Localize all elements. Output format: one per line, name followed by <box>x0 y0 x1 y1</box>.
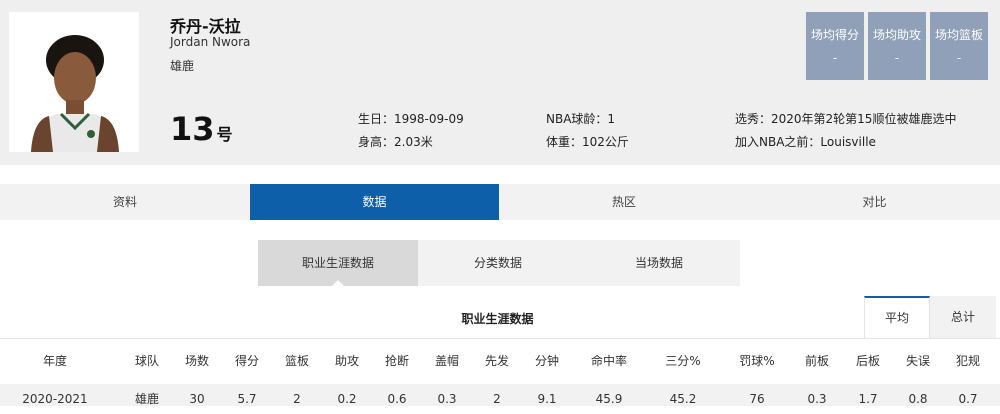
cell-def-reb: 1.7 <box>858 392 878 406</box>
subtab-game[interactable]: 当场数据 <box>578 240 740 286</box>
cell-minutes: 9.1 <box>537 392 557 406</box>
cell-ft-pct: 76 <box>749 392 765 406</box>
cell-turnovers: 0.8 <box>908 392 928 406</box>
mode-total-tab[interactable]: 总计 <box>930 296 996 338</box>
player-number: 13 号 <box>170 110 233 148</box>
stat-box-rebounds: 场均篮板 - <box>930 12 988 80</box>
cell-points: 5.7 <box>237 392 257 406</box>
tab-hotzone[interactable]: 热区 <box>499 184 749 220</box>
cell-starts: 2 <box>493 392 501 406</box>
col-header-season: 年度 <box>42 354 67 368</box>
tab-compare[interactable]: 对比 <box>749 184 1000 220</box>
col-header-team: 球队 <box>134 354 159 368</box>
stat-box-value: - <box>832 51 838 65</box>
tab-profile[interactable]: 资料 <box>0 184 250 220</box>
weight: 体重：102公斤 <box>546 135 629 149</box>
table-header-row: 年度 球队 场数 得分 篮板 助攻 抢断 盖帽 先发 分钟 命中率 三分% 罚球… <box>0 346 1000 376</box>
jersey-number-suffix: 号 <box>216 125 233 144</box>
cell-off-reb: 0.3 <box>807 392 827 406</box>
subtab-career[interactable]: 职业生涯数据 <box>258 240 418 286</box>
col-header-3p-pct: 三分% <box>665 354 701 368</box>
col-header-starts: 先发 <box>484 354 509 368</box>
stat-box-label: 场均篮板 <box>934 28 983 42</box>
player-name-cn: 乔丹-沃拉 <box>170 17 241 36</box>
height: 身高：2.03米 <box>358 135 433 149</box>
table-row: 2020-2021 雄鹿 30 5.7 2 0.2 0.6 0.3 2 9.1 … <box>0 384 1000 406</box>
nba-years: NBA球龄：1 <box>546 112 616 126</box>
col-header-assists: 助攻 <box>334 354 359 368</box>
col-header-def-reb: 后板 <box>855 354 880 368</box>
player-photo-image <box>9 12 139 152</box>
table-title-bar: 职业生涯数据 平均 总计 <box>0 296 1000 339</box>
stat-box-value: - <box>956 51 962 65</box>
cell-3p-pct: 45.2 <box>669 392 697 406</box>
col-header-steals: 抢断 <box>384 354 409 368</box>
col-header-turnovers: 失误 <box>905 354 930 368</box>
col-header-ft-pct: 罚球% <box>739 354 775 368</box>
player-name-en: Jordan Nwora <box>170 35 251 49</box>
cell-games: 30 <box>189 392 205 406</box>
pre-nba-info: 加入NBA之前：Louisville <box>735 135 876 149</box>
subtab-split[interactable]: 分类数据 <box>418 240 578 286</box>
cell-team: 雄鹿 <box>134 392 159 406</box>
cell-blocks: 0.3 <box>437 392 457 406</box>
col-header-points: 得分 <box>234 354 259 368</box>
main-tabs: 资料 数据 热区 对比 <box>0 184 1000 220</box>
cell-assists: 0.2 <box>337 392 357 406</box>
col-header-games: 场数 <box>184 354 209 368</box>
cell-fouls: 0.7 <box>958 392 978 406</box>
col-header-fg-pct: 命中率 <box>590 354 627 368</box>
draft-info: 选秀：2020年第2轮第15顺位被雄鹿选中 <box>735 112 957 126</box>
tab-stats[interactable]: 数据 <box>250 184 499 220</box>
cell-steals: 0.6 <box>387 392 407 406</box>
player-photo <box>9 12 139 152</box>
mode-average-tab[interactable]: 平均 <box>864 296 930 338</box>
col-header-off-reb: 前板 <box>804 354 829 368</box>
stat-box-label: 场均助攻 <box>872 28 921 42</box>
table-title: 职业生涯数据 <box>461 312 534 326</box>
col-header-blocks: 盖帽 <box>434 354 459 368</box>
sub-tabs: 职业生涯数据 分类数据 当场数据 <box>258 240 740 286</box>
birthday: 生日：1998-09-09 <box>358 112 464 126</box>
stat-box-label: 场均得分 <box>810 28 859 42</box>
col-header-minutes: 分钟 <box>534 354 559 368</box>
cell-rebounds: 2 <box>293 392 301 406</box>
player-header: 乔丹-沃拉 Jordan Nwora 雄鹿 13 号 生日：1998-09-09 … <box>0 0 1000 165</box>
col-header-fouls: 犯规 <box>955 354 980 368</box>
jersey-number: 13 <box>170 110 215 148</box>
stat-box-points: 场均得分 - <box>806 12 864 80</box>
cell-fg-pct: 45.9 <box>595 392 623 406</box>
stat-box-value: - <box>894 51 900 65</box>
stat-box-assists: 场均助攻 - <box>868 12 926 80</box>
col-header-rebounds: 篮板 <box>284 354 309 368</box>
cell-season: 2020-2021 <box>22 392 88 406</box>
player-team: 雄鹿 <box>170 59 195 73</box>
